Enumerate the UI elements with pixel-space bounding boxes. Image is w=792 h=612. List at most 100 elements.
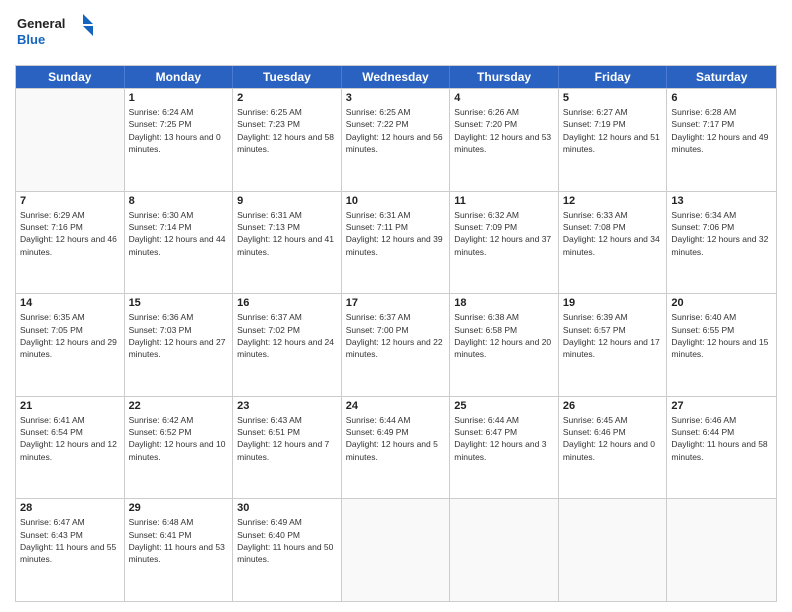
day-number: 30 [237, 502, 337, 514]
day-info: Sunrise: 6:46 AMSunset: 6:44 PMDaylight:… [671, 414, 772, 463]
week-row-2: 7Sunrise: 6:29 AMSunset: 7:16 PMDaylight… [16, 191, 776, 294]
cal-cell: 30 Sunrise: 6:49 AMSunset: 6:40 PMDayligh… [233, 499, 342, 601]
day-number: 18 [454, 297, 554, 309]
day-number: 24 [346, 400, 446, 412]
day-info: Sunrise: 6:37 AMSunset: 7:00 PMDaylight:… [346, 311, 446, 360]
day-info: Sunrise: 6:26 AMSunset: 7:20 PMDaylight:… [454, 106, 554, 155]
day-number: 2 [237, 92, 337, 104]
cal-cell: 10Sunrise: 6:31 AMSunset: 7:11 PMDayligh… [342, 192, 451, 294]
col-header-thursday: Thursday [450, 66, 559, 88]
day-number: 28 [20, 502, 120, 514]
cal-cell: 28Sunrise: 6:47 AMSunset: 6:43 PMDayligh… [16, 499, 125, 601]
day-number: 7 [20, 195, 120, 207]
day-number: 25 [454, 400, 554, 412]
day-info: Sunrise: 6:49 AMSunset: 6:40 PMDaylight:… [237, 516, 337, 565]
cal-cell: 6 Sunrise: 6:28 AMSunset: 7:17 PMDaylight… [667, 89, 776, 191]
calendar: SundayMondayTuesdayWednesdayThursdayFrid… [15, 65, 777, 602]
day-info: Sunrise: 6:25 AMSunset: 7:23 PMDaylight:… [237, 106, 337, 155]
day-number: 12 [563, 195, 663, 207]
cal-cell: 19 Sunrise: 6:39 AMSunset: 6:57 PMDayligh… [559, 294, 668, 396]
week-row-5: 28Sunrise: 6:47 AMSunset: 6:43 PMDayligh… [16, 498, 776, 601]
header: General Blue [15, 10, 777, 59]
svg-text:Blue: Blue [17, 32, 45, 47]
day-number: 1 [129, 92, 229, 104]
day-info: Sunrise: 6:41 AMSunset: 6:54 PMDaylight:… [20, 414, 120, 463]
cal-cell: 15 Sunrise: 6:36 AMSunset: 7:03 PMDayligh… [125, 294, 234, 396]
cal-cell: 21 Sunrise: 6:41 AMSunset: 6:54 PMDayligh… [16, 397, 125, 499]
day-info: Sunrise: 6:39 AMSunset: 6:57 PMDaylight:… [563, 311, 663, 360]
day-number: 5 [563, 92, 663, 104]
cal-cell: 22 Sunrise: 6:42 AMSunset: 6:52 PMDayligh… [125, 397, 234, 499]
day-number: 13 [671, 195, 772, 207]
cal-cell: 8Sunrise: 6:30 AMSunset: 7:14 PMDaylight… [125, 192, 234, 294]
day-info: Sunrise: 6:25 AMSunset: 7:22 PMDaylight:… [346, 106, 446, 155]
col-header-monday: Monday [125, 66, 234, 88]
day-info: Sunrise: 6:44 AMSunset: 6:49 PMDaylight:… [346, 414, 446, 463]
calendar-body: 1 Sunrise: 6:24 AMSunset: 7:25 PMDaylight… [16, 88, 776, 601]
svg-text:General: General [17, 16, 65, 31]
calendar-header: SundayMondayTuesdayWednesdayThursdayFrid… [16, 66, 776, 88]
day-info: Sunrise: 6:38 AMSunset: 6:58 PMDaylight:… [454, 311, 554, 360]
cal-cell: 1 Sunrise: 6:24 AMSunset: 7:25 PMDaylight… [125, 89, 234, 191]
cal-cell: 2 Sunrise: 6:25 AMSunset: 7:23 PMDaylight… [233, 89, 342, 191]
cal-cell: 16 Sunrise: 6:37 AMSunset: 7:02 PMDayligh… [233, 294, 342, 396]
cal-cell [342, 499, 451, 601]
day-info: Sunrise: 6:33 AMSunset: 7:08 PMDaylight:… [563, 209, 663, 258]
day-number: 27 [671, 400, 772, 412]
day-info: Sunrise: 6:30 AMSunset: 7:14 PMDaylight:… [129, 209, 229, 258]
day-number: 17 [346, 297, 446, 309]
cal-cell: 24 Sunrise: 6:44 AMSunset: 6:49 PMDayligh… [342, 397, 451, 499]
cal-cell: 7Sunrise: 6:29 AMSunset: 7:16 PMDaylight… [16, 192, 125, 294]
logo-area: General Blue [15, 10, 95, 59]
cal-cell: 29 Sunrise: 6:48 AMSunset: 6:41 PMDayligh… [125, 499, 234, 601]
day-info: Sunrise: 6:31 AMSunset: 7:13 PMDaylight:… [237, 209, 337, 258]
day-info: Sunrise: 6:44 AMSunset: 6:47 PMDaylight:… [454, 414, 554, 463]
cal-cell: 23Sunrise: 6:43 AMSunset: 6:51 PMDayligh… [233, 397, 342, 499]
day-number: 10 [346, 195, 446, 207]
col-header-wednesday: Wednesday [342, 66, 451, 88]
col-header-sunday: Sunday [16, 66, 125, 88]
day-info: Sunrise: 6:32 AMSunset: 7:09 PMDaylight:… [454, 209, 554, 258]
page: General Blue SundayMondayTuesdayWednesda… [0, 0, 792, 612]
day-number: 14 [20, 297, 120, 309]
day-number: 6 [671, 92, 772, 104]
cal-cell [450, 499, 559, 601]
day-number: 26 [563, 400, 663, 412]
cal-cell: 14Sunrise: 6:35 AMSunset: 7:05 PMDayligh… [16, 294, 125, 396]
cal-cell: 27 Sunrise: 6:46 AMSunset: 6:44 PMDayligh… [667, 397, 776, 499]
day-info: Sunrise: 6:27 AMSunset: 7:19 PMDaylight:… [563, 106, 663, 155]
day-info: Sunrise: 6:42 AMSunset: 6:52 PMDaylight:… [129, 414, 229, 463]
day-number: 20 [671, 297, 772, 309]
day-info: Sunrise: 6:48 AMSunset: 6:41 PMDaylight:… [129, 516, 229, 565]
day-info: Sunrise: 6:34 AMSunset: 7:06 PMDaylight:… [671, 209, 772, 258]
week-row-1: 1 Sunrise: 6:24 AMSunset: 7:25 PMDaylight… [16, 88, 776, 191]
week-row-3: 14Sunrise: 6:35 AMSunset: 7:05 PMDayligh… [16, 293, 776, 396]
cal-cell [559, 499, 668, 601]
day-info: Sunrise: 6:43 AMSunset: 6:51 PMDaylight:… [237, 414, 337, 463]
cal-cell: 25 Sunrise: 6:44 AMSunset: 6:47 PMDayligh… [450, 397, 559, 499]
day-number: 19 [563, 297, 663, 309]
day-number: 11 [454, 195, 554, 207]
day-number: 3 [346, 92, 446, 104]
day-number: 4 [454, 92, 554, 104]
cal-cell: 20Sunrise: 6:40 AMSunset: 6:55 PMDayligh… [667, 294, 776, 396]
cal-cell: 9Sunrise: 6:31 AMSunset: 7:13 PMDaylight… [233, 192, 342, 294]
day-number: 29 [129, 502, 229, 514]
day-info: Sunrise: 6:36 AMSunset: 7:03 PMDaylight:… [129, 311, 229, 360]
cal-cell: 13 Sunrise: 6:34 AMSunset: 7:06 PMDayligh… [667, 192, 776, 294]
cal-cell: 26Sunrise: 6:45 AMSunset: 6:46 PMDayligh… [559, 397, 668, 499]
cal-cell [667, 499, 776, 601]
day-info: Sunrise: 6:24 AMSunset: 7:25 PMDaylight:… [129, 106, 229, 155]
col-header-saturday: Saturday [667, 66, 776, 88]
day-number: 16 [237, 297, 337, 309]
day-number: 21 [20, 400, 120, 412]
day-number: 15 [129, 297, 229, 309]
cal-cell [16, 89, 125, 191]
day-number: 22 [129, 400, 229, 412]
cal-cell: 17 Sunrise: 6:37 AMSunset: 7:00 PMDayligh… [342, 294, 451, 396]
day-info: Sunrise: 6:28 AMSunset: 7:17 PMDaylight:… [671, 106, 772, 155]
cal-cell: 11 Sunrise: 6:32 AMSunset: 7:09 PMDayligh… [450, 192, 559, 294]
day-info: Sunrise: 6:37 AMSunset: 7:02 PMDaylight:… [237, 311, 337, 360]
cal-cell: 18 Sunrise: 6:38 AMSunset: 6:58 PMDayligh… [450, 294, 559, 396]
cal-cell: 4 Sunrise: 6:26 AMSunset: 7:20 PMDaylight… [450, 89, 559, 191]
